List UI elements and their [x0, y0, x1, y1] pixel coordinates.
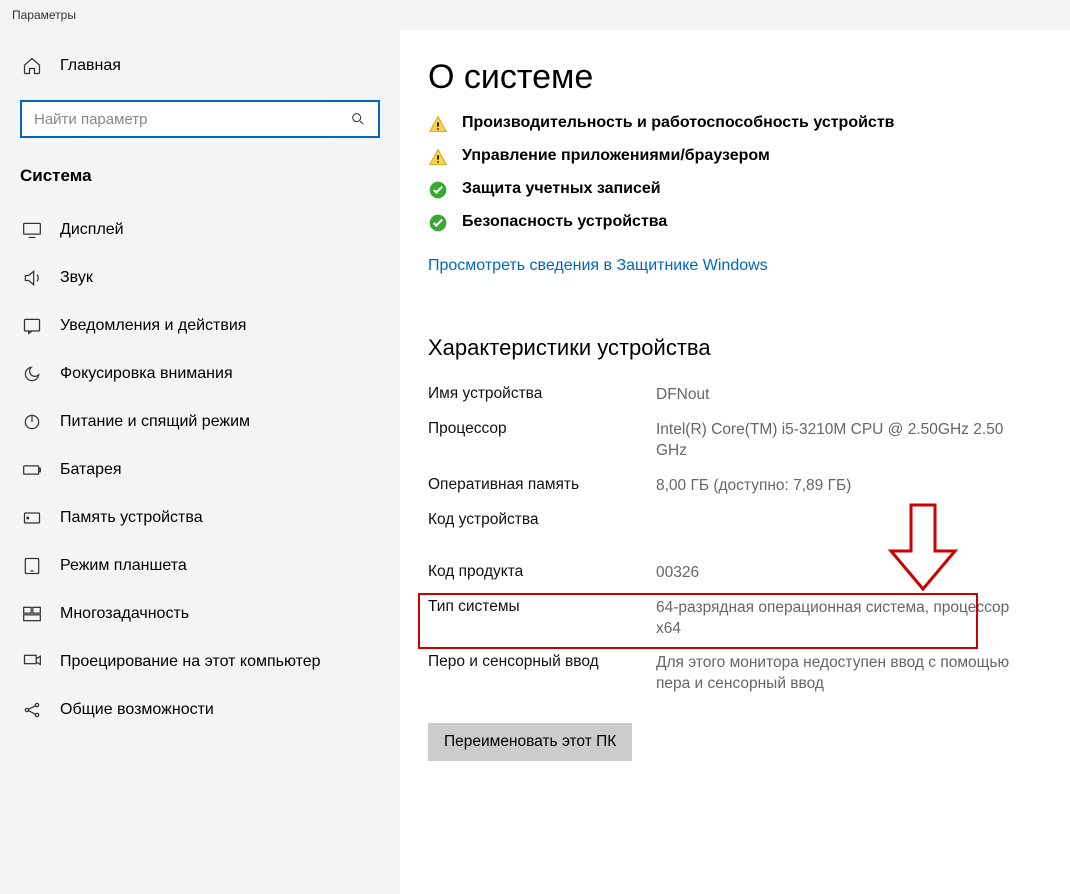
sidebar-item-label: Общие возможности — [60, 701, 214, 719]
spec-key-system-type: Тип системы — [428, 598, 648, 640]
battery-icon — [22, 460, 42, 480]
sidebar-item-label: Питание и спящий режим — [60, 413, 250, 431]
sidebar-item-label: Уведомления и действия — [60, 317, 246, 335]
spec-val-system-type: 64-разрядная операционная система, проце… — [656, 598, 1030, 640]
sidebar-item-label: Фокусировка внимания — [60, 365, 233, 383]
page-title: О системе — [428, 58, 1030, 97]
defender-link[interactable]: Просмотреть сведения в Защитнике Windows — [428, 257, 1030, 275]
tablet-icon — [22, 556, 42, 576]
search-icon — [348, 109, 368, 129]
spec-val-device-name: DFNout — [656, 385, 1030, 406]
check-icon — [428, 213, 448, 233]
specs-table: Имя устройства DFNout Процессор Intel(R)… — [428, 385, 1030, 695]
projecting-icon — [22, 652, 42, 672]
display-icon — [22, 220, 42, 240]
sidebar-item-sound[interactable]: Звук — [20, 254, 380, 302]
sidebar-home[interactable]: Главная — [20, 46, 380, 86]
sidebar-item-label: Батарея — [60, 461, 122, 479]
multitasking-icon — [22, 604, 42, 624]
spec-val-device-id — [656, 511, 1030, 529]
sidebar-item-storage[interactable]: Память устройства — [20, 494, 380, 542]
main-content: О системе Производительность и работоспо… — [400, 30, 1070, 894]
sidebar-item-focus-assist[interactable]: Фокусировка внимания — [20, 350, 380, 398]
spec-key-device-name: Имя устройства — [428, 385, 648, 406]
home-icon — [22, 56, 42, 76]
status-row-app-browser[interactable]: Управление приложениями/браузером — [428, 146, 1030, 167]
rename-pc-button[interactable]: Переименовать этот ПК — [428, 723, 632, 761]
notifications-icon — [22, 316, 42, 336]
sidebar-item-battery[interactable]: Батарея — [20, 446, 380, 494]
sidebar-item-multitasking[interactable]: Многозадачность — [20, 590, 380, 638]
status-row-device-security[interactable]: Безопасность устройства — [428, 212, 1030, 233]
sound-icon — [22, 268, 42, 288]
status-row-performance[interactable]: Производительность и работоспособность у… — [428, 113, 1030, 134]
search-input[interactable] — [34, 111, 348, 128]
security-status-list: Производительность и работоспособность у… — [428, 113, 1030, 233]
search-box[interactable] — [20, 100, 380, 138]
sidebar-item-projecting[interactable]: Проецирование на этот компьютер — [20, 638, 380, 686]
status-label: Безопасность устройства — [462, 212, 667, 233]
check-icon — [428, 180, 448, 200]
focus-icon — [22, 364, 42, 384]
sidebar-item-tablet-mode[interactable]: Режим планшета — [20, 542, 380, 590]
spec-val-ram: 8,00 ГБ (доступно: 7,89 ГБ) — [656, 476, 1030, 497]
warning-icon — [428, 147, 448, 167]
window-title: Параметры — [12, 8, 76, 22]
storage-icon — [22, 508, 42, 528]
sidebar-item-display[interactable]: Дисплей — [20, 206, 380, 254]
sidebar-home-label: Главная — [60, 57, 121, 75]
spec-key-product-id: Код продукта — [428, 563, 648, 584]
sidebar-section-heading: Система — [20, 166, 380, 186]
sidebar-item-label: Проецирование на этот компьютер — [60, 653, 321, 671]
specs-heading: Характеристики устройства — [428, 335, 1030, 361]
sidebar-item-shared[interactable]: Общие возможности — [20, 686, 380, 734]
sidebar: Главная Система Дисплей Звук Уведо — [0, 30, 400, 894]
status-label: Защита учетных записей — [462, 179, 661, 200]
spec-val-pen-touch: Для этого монитора недоступен ввод с пом… — [656, 653, 1030, 695]
sidebar-item-notifications[interactable]: Уведомления и действия — [20, 302, 380, 350]
sidebar-item-label: Режим планшета — [60, 557, 187, 575]
window-titlebar: Параметры — [0, 0, 1070, 30]
warning-icon — [428, 114, 448, 134]
spec-val-product-id: 00326 — [656, 563, 1030, 584]
shared-icon — [22, 700, 42, 720]
status-row-account[interactable]: Защита учетных записей — [428, 179, 1030, 200]
spec-key-ram: Оперативная память — [428, 476, 648, 497]
sidebar-item-power[interactable]: Питание и спящий режим — [20, 398, 380, 446]
sidebar-item-label: Память устройства — [60, 509, 203, 527]
spec-key-device-id: Код устройства — [428, 511, 648, 529]
spec-val-cpu: Intel(R) Core(TM) i5-3210M CPU @ 2.50GHz… — [656, 420, 1030, 462]
spec-key-cpu: Процессор — [428, 420, 648, 462]
status-label: Управление приложениями/браузером — [462, 146, 770, 167]
sidebar-item-label: Многозадачность — [60, 605, 189, 623]
sidebar-item-label: Дисплей — [60, 221, 124, 239]
sidebar-item-label: Звук — [60, 269, 93, 287]
status-label: Производительность и работоспособность у… — [462, 113, 895, 134]
power-icon — [22, 412, 42, 432]
spec-key-pen-touch: Перо и сенсорный ввод — [428, 653, 648, 695]
